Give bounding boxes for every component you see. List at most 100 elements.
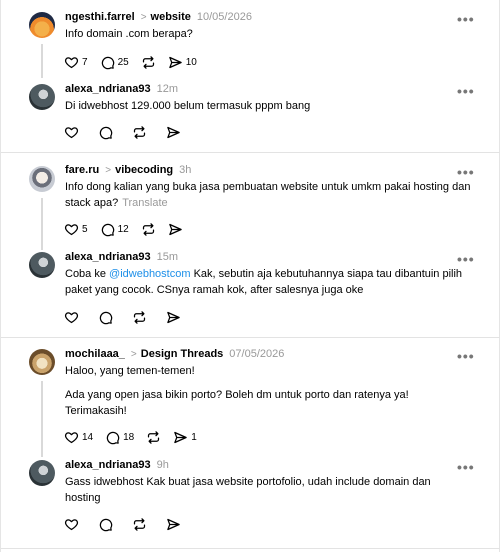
post-divider <box>1 548 500 549</box>
heart-icon <box>64 56 79 68</box>
send-icon <box>167 518 180 530</box>
thread-line <box>41 381 43 457</box>
repost-button[interactable] <box>132 310 147 325</box>
reply-count: 12 <box>117 223 129 235</box>
share-count: 1 <box>191 431 197 443</box>
reply-count: 25 <box>117 56 129 68</box>
repost-icon <box>142 55 154 69</box>
timestamp: 3h <box>179 164 192 176</box>
avatar[interactable] <box>29 252 55 278</box>
reply-header: alexa_ndriana93 15m <box>65 250 178 264</box>
repost-button[interactable] <box>146 430 161 445</box>
thread-line <box>41 44 43 78</box>
username[interactable]: fare.ru <box>65 164 99 176</box>
repost-button[interactable] <box>141 222 156 237</box>
action-bar <box>64 516 200 532</box>
action-bar: 5 12 <box>64 221 195 237</box>
repost-button[interactable] <box>132 125 147 140</box>
send-icon <box>167 126 180 138</box>
action-bar <box>64 124 200 140</box>
send-icon <box>168 223 182 235</box>
reply-header: alexa_ndriana93 12m <box>65 82 178 96</box>
share-button[interactable] <box>166 517 181 532</box>
like-count: 14 <box>82 431 94 443</box>
like-button[interactable] <box>64 310 79 325</box>
send-icon <box>174 431 187 443</box>
repost-button[interactable] <box>132 517 147 532</box>
share-count: 10 <box>185 56 197 68</box>
heart-icon <box>64 431 79 443</box>
more-icon[interactable]: ••• <box>457 349 475 363</box>
avatar[interactable] <box>29 166 55 192</box>
avatar[interactable] <box>29 349 55 375</box>
repost-icon <box>148 430 160 444</box>
heart-icon <box>64 223 79 235</box>
post-divider <box>1 337 500 338</box>
topic-tag[interactable]: Design Threads <box>141 348 224 360</box>
username[interactable]: alexa_ndriana93 <box>65 83 151 95</box>
avatar[interactable] <box>29 460 55 486</box>
reply-text-part: Coba ke <box>65 268 110 280</box>
repost-icon <box>142 222 154 236</box>
share-button[interactable]: 10 <box>168 55 197 70</box>
post-text: Info domain .com berapa? <box>65 28 193 40</box>
share-button[interactable]: 1 <box>173 430 197 445</box>
share-button[interactable] <box>166 310 181 325</box>
translate-link[interactable]: Translate <box>122 197 167 209</box>
reply-text: Di idwebhost 129.000 belum termasuk pppm… <box>65 100 311 112</box>
repost-icon <box>133 517 146 531</box>
more-icon[interactable]: ••• <box>457 165 475 179</box>
topic-tag[interactable]: vibecoding <box>115 164 173 176</box>
username[interactable]: alexa_ndriana93 <box>65 459 151 471</box>
like-button[interactable] <box>64 125 79 140</box>
comment-icon <box>101 56 114 69</box>
mention-link[interactable]: @idwebhostcom <box>109 268 190 280</box>
timestamp: 15m <box>156 251 179 263</box>
reply-text: Gass idwebhost Kak buat jasa website por… <box>65 476 431 504</box>
comment-icon <box>101 223 114 236</box>
reply-button[interactable] <box>98 517 113 532</box>
send-icon <box>167 311 180 323</box>
more-icon[interactable]: ••• <box>457 252 475 266</box>
action-bar: 7 25 10 <box>64 54 209 70</box>
repost-button[interactable] <box>141 55 156 70</box>
like-button[interactable] <box>64 517 79 532</box>
share-button[interactable] <box>168 222 183 237</box>
comment-icon <box>99 311 113 324</box>
action-bar <box>64 309 200 325</box>
like-button[interactable]: 5 <box>64 222 88 237</box>
reply-button[interactable]: 12 <box>100 222 129 237</box>
share-button[interactable] <box>166 125 181 140</box>
comment-icon <box>99 518 113 531</box>
username[interactable]: ngesthi.farrel <box>65 11 135 23</box>
action-bar: 14 18 1 <box>64 429 209 445</box>
username[interactable]: alexa_ndriana93 <box>65 251 151 263</box>
chevron-right-icon: > <box>140 12 147 23</box>
post-text: Ada yang open jasa bikin porto? Boleh dm… <box>65 389 409 417</box>
avatar[interactable] <box>29 84 55 110</box>
post-divider <box>1 152 500 153</box>
threads-feed: ngesthi.farrel > website 10/05/2026 ••• Inf… <box>0 0 500 552</box>
like-button[interactable]: 14 <box>64 430 93 445</box>
reply-button[interactable]: 25 <box>100 55 129 70</box>
more-icon[interactable]: ••• <box>457 84 475 98</box>
send-icon <box>168 56 182 68</box>
post-text: Haloo, yang temen-temen! <box>65 365 195 377</box>
reply-button[interactable] <box>98 310 113 325</box>
topic-tag[interactable]: website <box>151 11 191 23</box>
timestamp: 07/05/2026 <box>229 348 285 360</box>
username[interactable]: mochilaaa_ <box>65 348 125 360</box>
reply-count: 18 <box>123 431 135 443</box>
like-button[interactable]: 7 <box>64 55 88 70</box>
timestamp: 9h <box>156 459 169 471</box>
reply-text: Coba ke @idwebhostcom Kak, sebutin aja k… <box>65 266 465 298</box>
reply-button[interactable]: 18 <box>105 430 134 445</box>
reply-button[interactable] <box>98 125 113 140</box>
more-icon[interactable]: ••• <box>457 12 475 26</box>
post-header: mochilaaa_ > Design Threads 07/05/2026 <box>65 347 284 362</box>
heart-icon <box>64 126 79 138</box>
timestamp: 10/05/2026 <box>196 11 252 23</box>
avatar[interactable] <box>29 12 55 38</box>
more-icon[interactable]: ••• <box>457 460 475 474</box>
reply-header: alexa_ndriana93 9h <box>65 458 169 472</box>
